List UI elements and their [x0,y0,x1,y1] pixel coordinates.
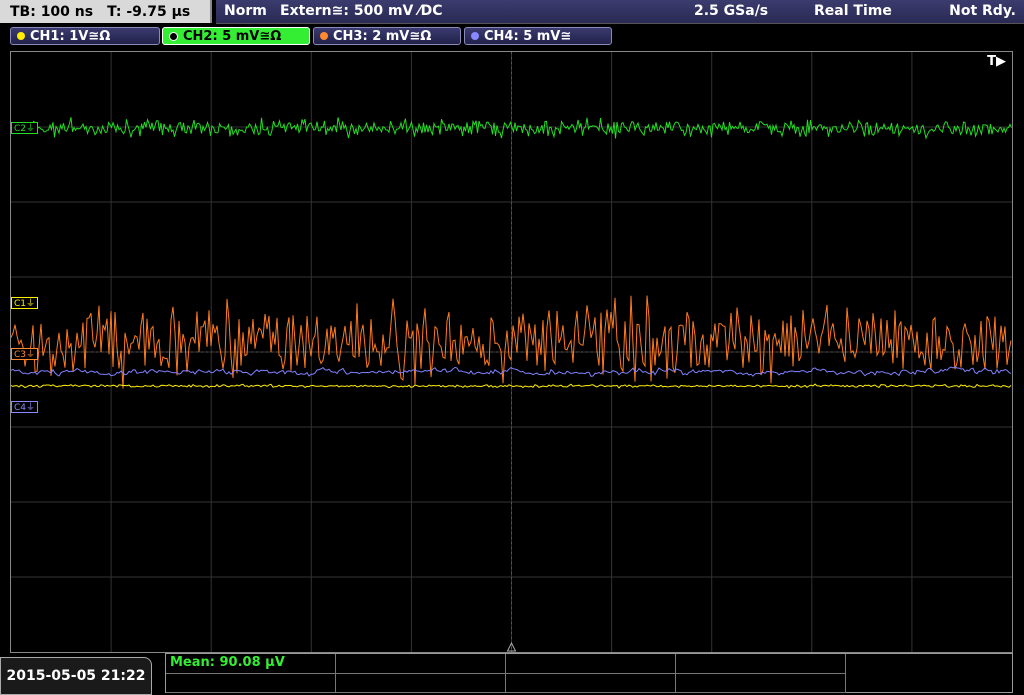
ch3-offset-label[interactable]: C3⏚ [11,348,39,360]
ch4-label: CH4: 5 mV≅ [484,28,572,44]
ch1-label: CH1: 1V≅Ω [30,28,111,44]
measurement-cell [506,654,676,674]
waveform-display[interactable]: T▶ C2⏚ C1⏚ C3⏚ C4⏚ [10,51,1013,653]
tab-ch4[interactable]: CH4: 5 mV≅ [464,27,612,45]
timebase-value: TB: 100 ns [10,3,94,20]
datetime-display: 2015-05-05 21:22 [0,657,152,695]
trigger-acq-panel[interactable]: Norm Extern≅: 500 mV ⁄DC 2.5 GSa/s Real … [216,0,1024,24]
ch4-offset-label[interactable]: C4⏚ [11,401,39,413]
measurement-cell [506,674,676,693]
measurement-cell [336,654,506,674]
mean-measurement: Mean: 90.08 µV [170,655,285,670]
trigger-source: Extern≅: 500 mV ⁄DC [280,3,443,19]
measurement-cell [336,674,506,693]
ch2-label: CH2: 5 mV≅Ω [183,28,282,44]
ch3-label: CH3: 2 mV≅Ω [333,28,432,44]
sample-rate: 2.5 GSa/s [694,3,769,19]
measurement-cell [676,654,846,674]
trigger-position-marker[interactable]: T▶ [987,54,1006,69]
ch3-color-dot [320,32,328,40]
tab-ch3[interactable]: CH3: 2 mV≅Ω [313,27,461,45]
measurement-panel[interactable]: Mean: 90.08 µV [165,653,1013,693]
footer-bar: 2015-05-05 21:22 Mean: 90.08 µV [0,653,1024,695]
status-bar: TB: 100 ns T: -9.75 µs Norm Extern≅: 500… [0,0,1024,24]
ch2-color-dot [169,31,178,41]
trigger-time-value: T: -9.75 µs [107,3,191,20]
ch2-offset-label[interactable]: C2⏚ [11,122,39,134]
trigger-mode: Norm [224,3,267,19]
waveform-canvas [11,52,1012,652]
tab-ch1[interactable]: CH1: 1V≅Ω [10,27,160,45]
measurement-cell [166,674,336,693]
ch4-color-dot [471,32,479,40]
measurement-cell [676,674,846,693]
ch1-color-dot [17,32,25,40]
acquisition-state: Not Rdy. [949,3,1016,19]
channel-bar: CH1: 1V≅Ω CH2: 5 mV≅Ω CH3: 2 mV≅Ω CH4: 5… [0,24,1024,48]
acquisition-mode: Real Time [814,3,892,19]
ch1-offset-label[interactable]: C1⏚ [11,297,39,309]
timebase-panel[interactable]: TB: 100 ns T: -9.75 µs [0,0,212,23]
tab-ch2[interactable]: CH2: 5 mV≅Ω [162,27,310,45]
